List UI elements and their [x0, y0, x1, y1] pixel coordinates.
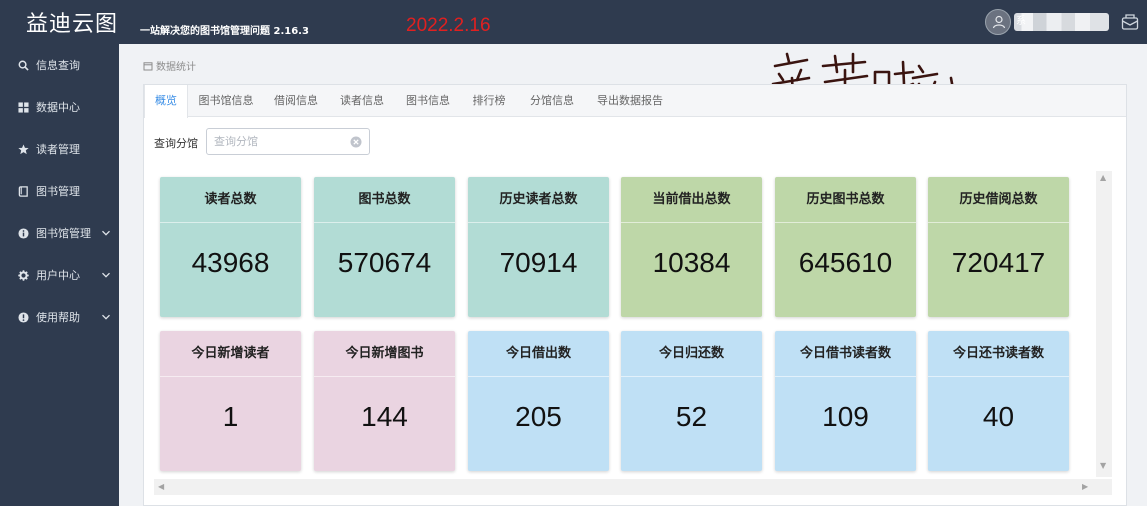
stat-card-value: 570674: [337, 247, 432, 278]
tab-bar: 概览 图书馆信息 借阅信息 读者信息 图书信息 排行榜 分馆信息 导出数据报告: [144, 85, 1126, 118]
date-stamp: 2022.2.16: [406, 15, 491, 36]
stat-card-historical-books: 历史图书总数 645610: [775, 177, 916, 317]
app-logo[interactable]: 益迪云图: [26, 6, 118, 38]
stat-card-title: 今日还书读者数: [928, 331, 1069, 377]
branch-query-label: 查询分馆: [154, 137, 198, 150]
sidebar-item-reader-management[interactable]: 读者管理: [0, 128, 119, 170]
horizontal-scroll-thumb[interactable]: [168, 482, 1080, 492]
sidebar: 信息查询 数据中心 读者管理 图书管理 图书馆管理 用户中心 使用帮助: [0, 44, 119, 506]
stat-card-title: 当前借出总数: [621, 177, 762, 223]
scroll-down-icon[interactable]: ▼: [1100, 461, 1106, 470]
stat-card-value: 645610: [798, 247, 893, 278]
chevron-down-icon: [102, 230, 110, 236]
scroll-left-icon[interactable]: ◀: [158, 482, 164, 491]
stat-card-new-readers-today: 今日新增读者 1: [160, 331, 301, 471]
scroll-up-icon[interactable]: ▲: [1100, 173, 1106, 182]
stat-card-borrowing-readers-today: 今日借书读者数 109: [775, 331, 916, 471]
sidebar-item-label: 数据中心: [36, 101, 80, 114]
top-header: 益迪云图 一站解决您的图书馆管理问题 2.16.3 2022.2.16 系: [0, 0, 1147, 44]
info-icon: [18, 227, 29, 239]
gear-icon: [18, 269, 29, 281]
branch-search-input[interactable]: [207, 129, 337, 154]
scroll-right-icon[interactable]: ▶: [1082, 482, 1088, 491]
clear-icon[interactable]: [350, 136, 362, 148]
vertical-scrollbar[interactable]: ▲ ▼: [1096, 171, 1112, 477]
stat-card-value: 720417: [951, 247, 1046, 278]
stat-card-value: 40: [982, 401, 1015, 432]
stat-card-value: 1: [222, 401, 239, 432]
stat-card-title: 图书总数: [314, 177, 455, 223]
sidebar-item-user-center[interactable]: 用户中心: [0, 254, 119, 296]
sidebar-item-info-query[interactable]: 信息查询: [0, 44, 119, 86]
breadcrumb: 数据统计: [143, 58, 196, 73]
tab-overview[interactable]: 概览: [144, 85, 188, 118]
stat-card-title: 今日归还数: [621, 331, 762, 377]
stat-card-historical-readers: 历史读者总数 70914: [468, 177, 609, 317]
tab-library-info[interactable]: 图书馆信息: [192, 85, 260, 117]
app-slogan: 一站解决您的图书馆管理问题 2.16.3: [140, 26, 309, 37]
user-icon: [992, 15, 1006, 29]
sidebar-item-label: 使用帮助: [36, 311, 80, 324]
sidebar-item-book-management[interactable]: 图书管理: [0, 170, 119, 212]
stat-card-title: 今日借书读者数: [775, 331, 916, 377]
sidebar-item-label: 用户中心: [36, 269, 80, 282]
tab-book-info[interactable]: 图书信息: [400, 85, 456, 117]
user-avatar[interactable]: [985, 9, 1011, 35]
stat-card-value: 109: [822, 401, 869, 432]
sidebar-item-help[interactable]: 使用帮助: [0, 296, 119, 338]
stats-panel: 概览 图书馆信息 借阅信息 读者信息 图书信息 排行榜 分馆信息 导出数据报告 …: [143, 84, 1127, 506]
tab-branch-info[interactable]: 分馆信息: [524, 85, 580, 117]
tab-export-report[interactable]: 导出数据报告: [590, 85, 670, 117]
stat-card-borrowed-today: 今日借出数 205: [468, 331, 609, 471]
sidebar-item-label: 图书管理: [36, 185, 80, 198]
main-content: 数据统计 概览 图书馆信息 借阅信息 读者信息 图书信息 排行榜 分馆信息 导出…: [119, 44, 1147, 506]
calendar-icon: [143, 61, 153, 70]
stat-card-value: 52: [675, 401, 708, 432]
tab-ranking[interactable]: 排行榜: [466, 85, 512, 117]
stat-card-value: 70914: [499, 247, 578, 278]
stat-card-value: 10384: [652, 247, 731, 278]
help-icon: [18, 311, 29, 323]
sidebar-item-library-management[interactable]: 图书馆管理: [0, 212, 119, 254]
stat-card-title: 今日新增读者: [160, 331, 301, 377]
book-icon: [18, 185, 28, 197]
sidebar-item-label: 图书馆管理: [36, 227, 91, 240]
stat-card-value: 144: [361, 401, 408, 432]
stat-card-total-books: 图书总数 570674: [314, 177, 455, 317]
stats-grid: 读者总数 43968 图书总数 570674 历史读者总数 70914 当前借出…: [154, 171, 1112, 481]
stat-card-title: 今日借出数: [468, 331, 609, 377]
stat-card-title: 历史图书总数: [775, 177, 916, 223]
stat-card-value: 205: [515, 401, 562, 432]
stat-card-title: 历史读者总数: [468, 177, 609, 223]
sidebar-item-label: 信息查询: [36, 59, 80, 72]
tab-borrow-info[interactable]: 借阅信息: [268, 85, 324, 117]
chevron-down-icon: [102, 272, 110, 278]
tab-reader-info[interactable]: 读者信息: [334, 85, 390, 117]
horizontal-scrollbar[interactable]: ◀ ▶: [154, 479, 1112, 495]
breadcrumb-label: 数据统计: [156, 62, 196, 73]
stat-card-returned-today: 今日归还数 52: [621, 331, 762, 471]
mail-icon[interactable]: [1121, 13, 1139, 31]
user-name[interactable]: 系: [1014, 13, 1109, 31]
star-icon: [18, 143, 29, 154]
sidebar-item-data-center[interactable]: 数据中心: [0, 86, 119, 128]
search-icon: [18, 60, 29, 71]
stat-card-value: 43968: [191, 247, 270, 278]
branch-query-box: [206, 128, 370, 155]
stat-card-title: 历史借阅总数: [928, 177, 1069, 223]
stat-card-new-books-today: 今日新增图书 144: [314, 331, 455, 471]
sidebar-item-label: 读者管理: [36, 143, 80, 156]
chevron-down-icon: [102, 314, 110, 320]
grid-icon: [18, 101, 29, 113]
stat-card-historical-loans: 历史借阅总数 720417: [928, 177, 1069, 317]
stat-card-title: 今日新增图书: [314, 331, 455, 377]
stat-card-returning-readers-today: 今日还书读者数 40: [928, 331, 1069, 471]
stat-card-title: 读者总数: [160, 177, 301, 223]
stat-card-total-readers: 读者总数 43968: [160, 177, 301, 317]
stat-card-current-borrowed: 当前借出总数 10384: [621, 177, 762, 317]
